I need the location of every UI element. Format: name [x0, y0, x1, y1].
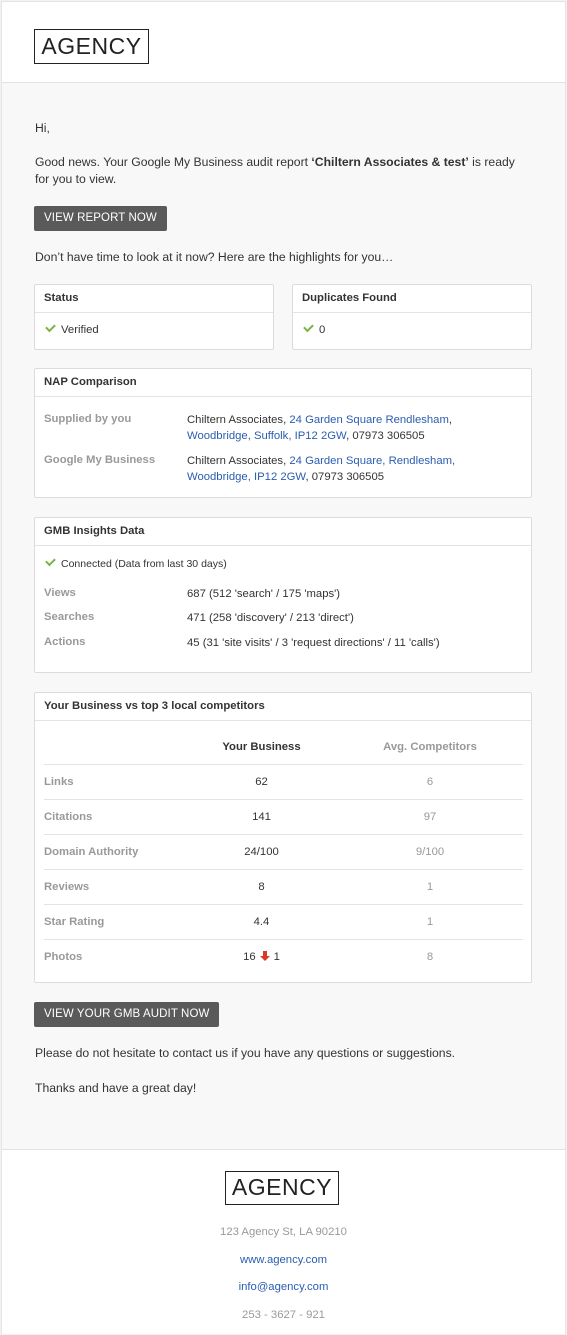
- view-gmb-audit-button[interactable]: VIEW YOUR GMB AUDIT NOW: [34, 1002, 220, 1027]
- table-row: Links 62 6: [44, 764, 523, 800]
- insights-row-value: 45 (31 'site visits' / 3 'request direct…: [187, 637, 440, 649]
- check-icon: [45, 555, 56, 567]
- table-row: Photos 16 1 8: [44, 950, 434, 964]
- insights-row-value: 687 (512 'search' / 175 'maps'): [187, 588, 341, 600]
- contact-text: Please do not hesitate to contact us if …: [35, 1046, 456, 1060]
- insights-row-label: Views: [44, 587, 76, 599]
- nap-row-value: Chiltern Associates, 24 Garden Square, R…: [187, 455, 456, 483]
- table-row: Reviews 8 1: [44, 869, 523, 905]
- intro-text: Good news. Your Google My Business audit…: [35, 155, 515, 186]
- email-header: AGENCY: [2, 2, 565, 83]
- highlights-text: Don’t have time to look at it now? Here …: [35, 250, 394, 264]
- competitors-card: Your Business vs top 3 local competitors…: [34, 692, 532, 983]
- email-container: AGENCY Hi, Good news. Your Google My Bus…: [1, 1, 566, 1334]
- check-icon: [303, 321, 314, 333]
- connected-status: Connected (Data from last 30 days): [61, 558, 227, 570]
- duplicates-card: Duplicates Found 0: [292, 284, 532, 350]
- table-row: Domain Authority 24/100 9/100: [44, 834, 523, 870]
- check-icon: [45, 321, 56, 333]
- arrow-down-icon: [259, 951, 270, 962]
- competitors-table: Your Business Avg. Competitors Links 62 …: [44, 730, 523, 974]
- nap-row-label: Supplied by you: [44, 413, 132, 425]
- footer-website-link[interactable]: www.agency.com: [2, 1254, 565, 1266]
- footer-address: 123 Agency St, LA 90210: [220, 1226, 347, 1238]
- competitors-card-title: Your Business vs top 3 local competitors: [35, 693, 531, 721]
- insights-card-title: GMB Insights Data: [35, 518, 531, 546]
- nap-row-value: Chiltern Associates, 24 Garden Square Re…: [187, 414, 453, 442]
- duplicates-card-title: Duplicates Found: [293, 285, 531, 313]
- address-link[interactable]: Woodbridge, IP12 2GW: [187, 471, 305, 483]
- address-link[interactable]: 24 Garden Square, Rendlesham,: [289, 455, 455, 467]
- insights-row-value: 471 (258 'discovery' / 213 'direct'): [187, 612, 354, 624]
- report-name: ‘Chiltern Associates & test’: [311, 155, 469, 169]
- agency-logo[interactable]: AGENCY: [34, 29, 149, 64]
- gmb-insights-card: GMB Insights Data Connected (Data from l…: [34, 517, 532, 673]
- nap-comparison-card: NAP Comparison Supplied by you Chiltern …: [34, 368, 532, 498]
- status-card-title: Status: [35, 285, 273, 313]
- footer-email-link[interactable]: info@agency.com: [2, 1281, 565, 1293]
- insights-row-label: Searches: [44, 611, 95, 623]
- photos-change: 1: [273, 951, 280, 964]
- thanks-text: Thanks and have a great day!: [35, 1081, 197, 1095]
- insights-row-label: Actions: [44, 636, 86, 648]
- table-row: Star Rating 4.4 1: [44, 904, 523, 940]
- duplicates-value: 0: [319, 324, 326, 336]
- col-your-business: Your Business: [186, 730, 337, 765]
- table-row: Citations 141 97: [44, 799, 523, 835]
- address-link[interactable]: Woodbridge, Suffolk, IP12 2GW: [187, 430, 346, 442]
- nap-card-title: NAP Comparison: [35, 369, 531, 397]
- status-card: Status Verified: [34, 284, 274, 350]
- status-value: Verified: [61, 324, 99, 336]
- view-report-button[interactable]: VIEW REPORT NOW: [34, 206, 167, 231]
- address-link[interactable]: 24 Garden Square Rendlesham: [289, 414, 449, 426]
- agency-logo[interactable]: AGENCY: [225, 1171, 339, 1205]
- col-avg-competitors: Avg. Competitors: [337, 730, 523, 765]
- email-footer: AGENCY 123 Agency St, LA 90210 www.agenc…: [2, 1149, 565, 1334]
- greeting-text: Hi,: [35, 121, 50, 135]
- nap-row-label: Google My Business: [44, 454, 156, 466]
- footer-phone: 253 - 3627 - 921: [242, 1309, 325, 1321]
- table-header-row: Your Business Avg. Competitors: [44, 730, 523, 765]
